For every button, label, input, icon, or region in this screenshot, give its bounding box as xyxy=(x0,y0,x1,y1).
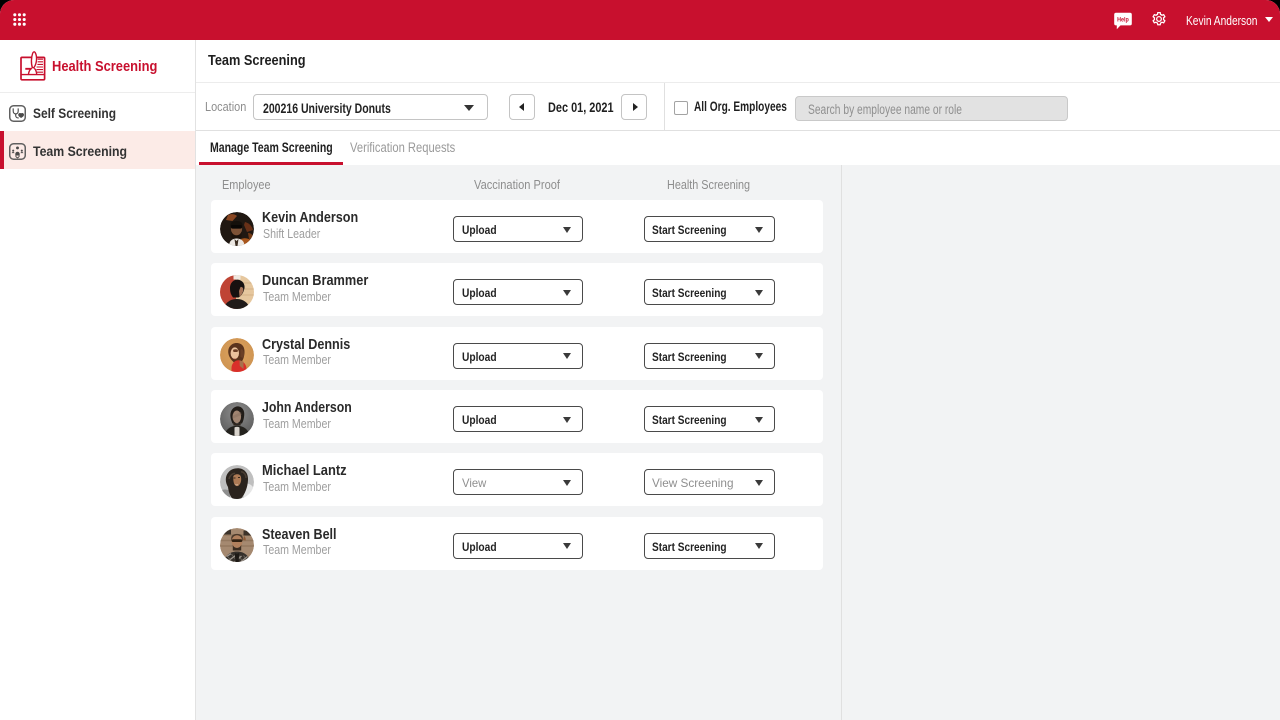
svg-text:Help: Help xyxy=(1117,17,1129,23)
